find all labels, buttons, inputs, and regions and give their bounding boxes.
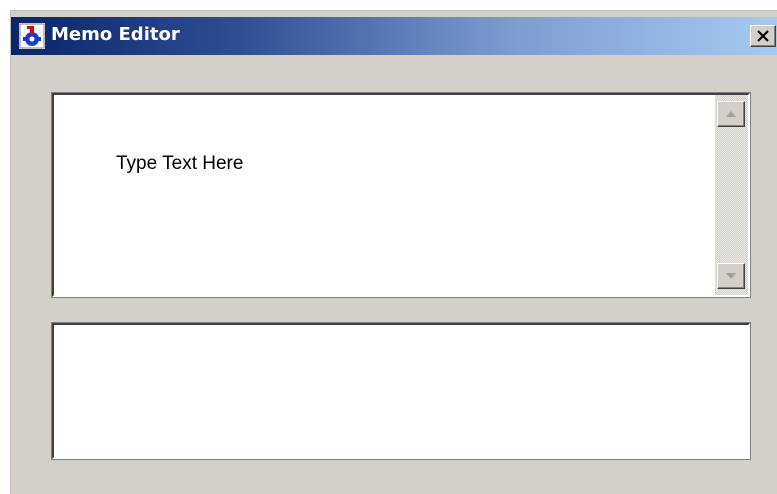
app-logo-icon [19, 23, 45, 49]
memo-editor-window: Memo Editor Type Text Here [10, 10, 777, 494]
close-button[interactable] [750, 25, 776, 47]
scroll-down-arrow-icon [726, 273, 736, 279]
secondary-text-field[interactable] [51, 322, 751, 460]
scroll-up-button[interactable] [717, 101, 745, 127]
title-bar[interactable]: Memo Editor [11, 17, 777, 55]
memo-vertical-scrollbar[interactable] [715, 95, 748, 295]
scroll-down-button[interactable] [717, 263, 745, 289]
close-icon [757, 30, 769, 42]
memo-text-area[interactable]: Type Text Here [51, 92, 751, 298]
memo-text-content[interactable]: Type Text Here [116, 153, 243, 175]
window-title: Memo Editor [51, 24, 180, 45]
scroll-up-arrow-icon [726, 111, 736, 117]
